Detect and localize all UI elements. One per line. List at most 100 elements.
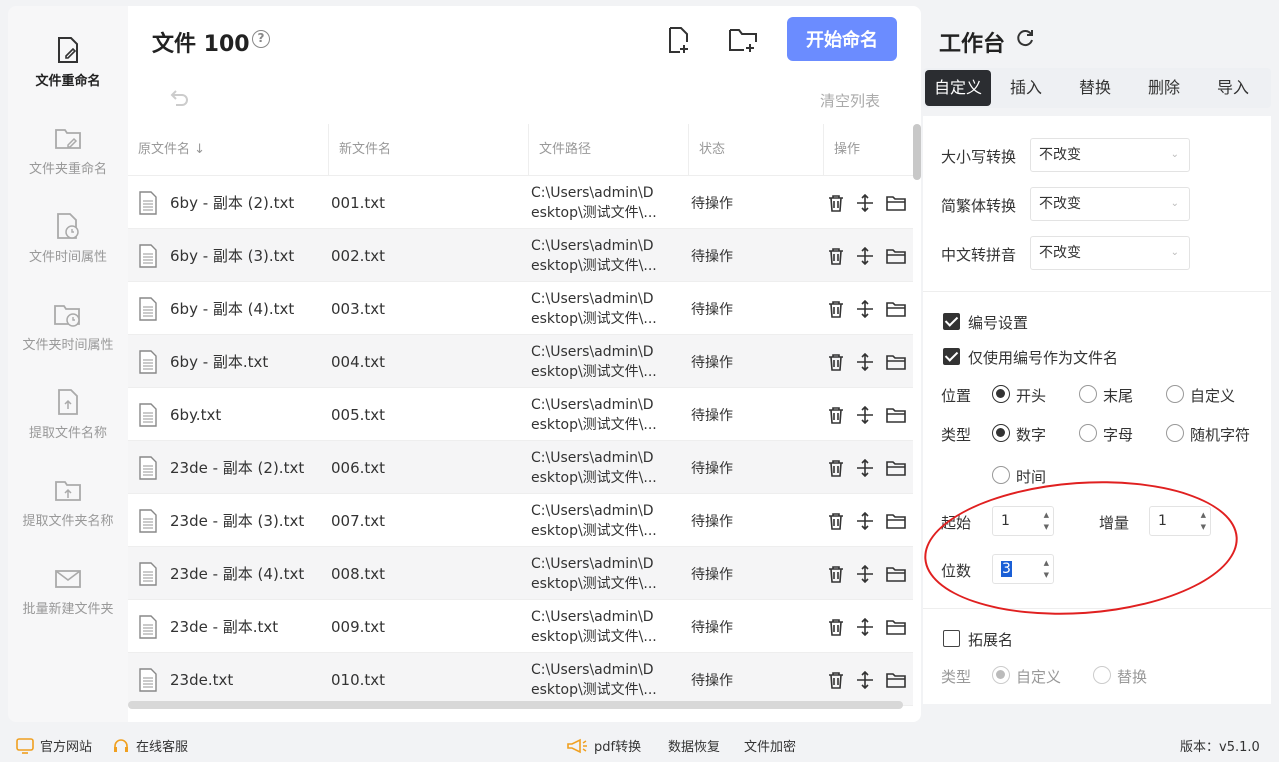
vertical-scrollbar-thumb[interactable] <box>913 124 921 180</box>
add-file-icon[interactable] <box>666 26 692 54</box>
case-label: 大小写转换 <box>941 148 1017 166</box>
delete-icon[interactable] <box>828 671 844 689</box>
table-row[interactable]: 6by - 副本.txt 004.txt C:\Users\admin\D eskto… <box>128 335 913 388</box>
trad-select[interactable]: 不改变 ⌄ <box>1030 187 1190 221</box>
sidebar-item-folder-rename[interactable]: 文件夹重命名 <box>8 124 128 177</box>
new-name: 001.txt <box>331 193 386 212</box>
monitor-icon <box>16 737 34 754</box>
stepper-arrows-icon[interactable]: ▲ ▼ <box>1044 509 1049 533</box>
pinyin-select[interactable]: 不改变 ⌄ <box>1030 236 1190 270</box>
delete-icon[interactable] <box>828 565 844 583</box>
delete-icon[interactable] <box>828 300 844 318</box>
column-header-original[interactable]: 原文件名 ↓ <box>128 124 328 176</box>
horizontal-scrollbar[interactable] <box>128 701 903 709</box>
tab-import[interactable]: 导入 <box>1200 70 1266 106</box>
sidebar-item-label: 批量新建文件夹 <box>22 602 114 617</box>
online-support-link[interactable]: 在线客服 <box>112 736 188 755</box>
position-end-radio[interactable] <box>1079 385 1097 403</box>
table-row[interactable]: 6by.txt 005.txt C:\Users\admin\D esktop\测试文… <box>128 388 913 441</box>
open-folder-icon[interactable] <box>886 195 906 211</box>
table-row[interactable]: 23de - 副本 (2).txt 006.txt C:\Users\admin\D… <box>128 441 913 494</box>
open-folder-icon[interactable] <box>886 301 906 317</box>
move-icon[interactable] <box>856 617 874 636</box>
move-icon[interactable] <box>856 405 874 424</box>
position-start-radio[interactable] <box>992 385 1010 403</box>
tab-delete[interactable]: 删除 <box>1131 70 1197 106</box>
increment-stepper[interactable]: 1 ▲ ▼ <box>1149 506 1211 536</box>
start-rename-button[interactable]: 开始命名 <box>787 17 897 61</box>
actions-cell <box>828 600 918 653</box>
table-row[interactable]: 23de - 副本 (4).txt 008.txt C:\Users\admin\D… <box>128 547 913 600</box>
open-folder-icon[interactable] <box>886 407 906 423</box>
vertical-scrollbar[interactable] <box>913 124 921 699</box>
open-folder-icon[interactable] <box>886 672 906 688</box>
delete-icon[interactable] <box>828 247 844 265</box>
pdf-convert-link[interactable]: pdf转换 <box>566 736 641 755</box>
sidebar-item-folder-time[interactable]: 文件夹时间属性 <box>8 300 128 353</box>
clear-list-button[interactable]: 清空列表 <box>820 90 880 111</box>
extension-checkbox[interactable] <box>943 630 960 647</box>
move-icon[interactable] <box>856 670 874 689</box>
sidebar-item-batch-new-folder[interactable]: 批量新建文件夹 <box>8 564 128 617</box>
tab-replace[interactable]: 替换 <box>1062 70 1128 106</box>
ext-replace-radio[interactable] <box>1093 666 1111 684</box>
digits-stepper[interactable]: 3 ▲ ▼ <box>992 554 1054 584</box>
table-row[interactable]: 6by - 副本 (4).txt 003.txt C:\Users\admin\D e… <box>128 282 913 335</box>
table-row[interactable]: 6by - 副本 (2).txt 001.txt C:\Users\admin\D e… <box>128 176 913 229</box>
stepper-arrows-icon[interactable]: ▲ ▼ <box>1044 557 1049 581</box>
open-folder-icon[interactable] <box>886 354 906 370</box>
type-letter-radio[interactable] <box>1079 424 1097 442</box>
add-folder-icon[interactable] <box>728 26 758 54</box>
type-time-radio[interactable] <box>992 466 1010 484</box>
move-icon[interactable] <box>856 511 874 530</box>
numbering-checkbox[interactable] <box>943 313 960 330</box>
official-website-link[interactable]: 官方网站 <box>16 736 92 755</box>
only-number-checkbox[interactable] <box>943 348 960 365</box>
stepper-arrows-icon[interactable]: ▲ ▼ <box>1201 509 1206 533</box>
tab-insert[interactable]: 插入 <box>993 70 1059 106</box>
sidebar-item-extract-file-name[interactable]: 提取文件名称 <box>8 388 128 441</box>
delete-icon[interactable] <box>828 618 844 636</box>
move-icon[interactable] <box>856 246 874 265</box>
move-icon[interactable] <box>856 352 874 371</box>
start-stepper[interactable]: 1 ▲ ▼ <box>992 506 1054 536</box>
case-select[interactable]: 不改变 ⌄ <box>1030 138 1190 172</box>
original-name-cell: 6by - 副本 (4).txt <box>138 282 328 335</box>
delete-icon[interactable] <box>828 353 844 371</box>
delete-icon[interactable] <box>828 512 844 530</box>
file-encrypt-link[interactable]: 文件加密 <box>744 736 796 755</box>
open-folder-icon[interactable] <box>886 460 906 476</box>
sidebar-item-file-time[interactable]: 文件时间属性 <box>8 212 128 265</box>
position-custom-radio[interactable] <box>1166 385 1184 403</box>
tab-custom[interactable]: 自定义 <box>925 70 991 106</box>
move-icon[interactable] <box>856 458 874 477</box>
sidebar: 文件重命名 文件夹重命名 文件时间属性 文件夹时间属性 提取文件名称 提取文件夹… <box>8 6 128 722</box>
move-icon[interactable] <box>856 299 874 318</box>
batch-new-folder-icon <box>55 570 81 588</box>
open-folder-icon[interactable] <box>886 513 906 529</box>
sidebar-item-file-rename[interactable]: 文件重命名 <box>8 36 128 89</box>
type-random-radio[interactable] <box>1166 424 1184 442</box>
status-cell: 待操作 <box>691 547 811 600</box>
type-number-radio[interactable] <box>992 424 1010 442</box>
table-row[interactable]: 23de - 副本.txt 009.txt C:\Users\admin\D eskt… <box>128 600 913 653</box>
help-icon[interactable]: ? <box>252 30 270 48</box>
open-folder-icon[interactable] <box>886 248 906 264</box>
open-folder-icon[interactable] <box>886 619 906 635</box>
delete-icon[interactable] <box>828 194 844 212</box>
table-row[interactable]: 6by - 副本 (3).txt 002.txt C:\Users\admin\D e… <box>128 229 913 282</box>
sidebar-item-extract-folder-name[interactable]: 提取文件夹名称 <box>8 476 128 529</box>
table-row[interactable]: 23de.txt 010.txt C:\Users\admin\D esktop\测试… <box>128 653 913 706</box>
delete-icon[interactable] <box>828 406 844 424</box>
delete-icon[interactable] <box>828 459 844 477</box>
sort-down-icon[interactable]: ↓ <box>194 142 205 157</box>
move-icon[interactable] <box>856 193 874 212</box>
ext-custom-radio[interactable] <box>992 666 1010 684</box>
data-recovery-link[interactable]: 数据恢复 <box>668 736 720 755</box>
type-number-label: 数字 <box>1016 426 1047 444</box>
open-folder-icon[interactable] <box>886 566 906 582</box>
table-row[interactable]: 23de - 副本 (3).txt 007.txt C:\Users\admin\D… <box>128 494 913 547</box>
undo-icon[interactable] <box>168 88 190 108</box>
move-icon[interactable] <box>856 564 874 583</box>
refresh-icon[interactable] <box>1015 28 1035 48</box>
